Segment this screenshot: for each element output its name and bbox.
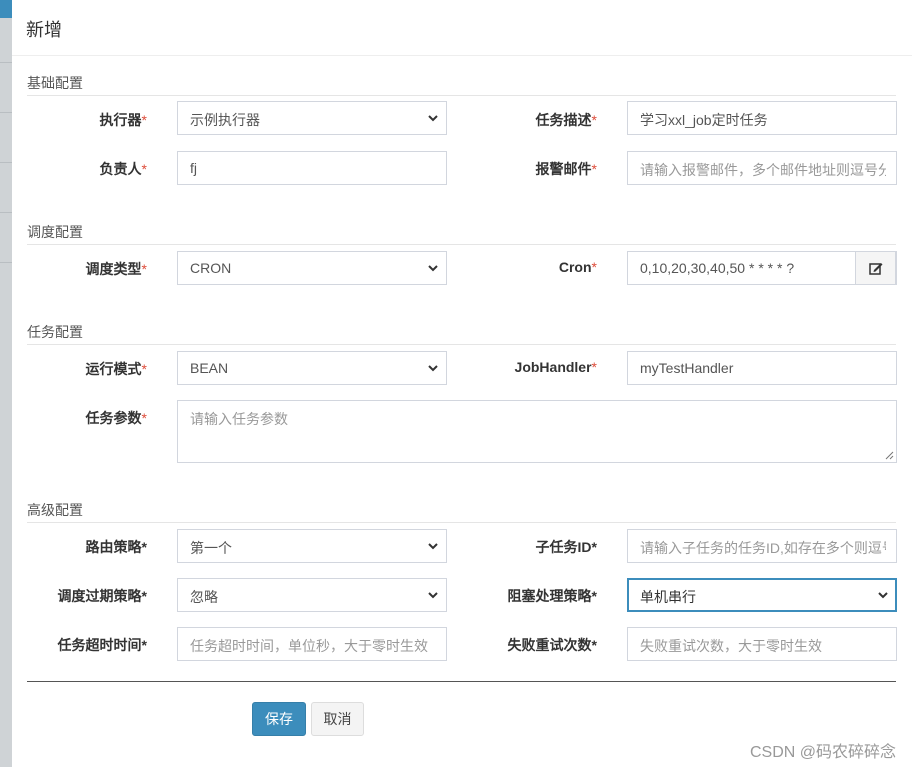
executor-label: 执行器* xyxy=(99,112,147,128)
misfire-strategy-select[interactable]: 忽略 xyxy=(177,578,447,612)
background-line xyxy=(0,212,12,213)
child-job-id-input[interactable]: 请输入子任务的任务ID,如存在多个则逗号 xyxy=(627,529,897,563)
job-param-textarea[interactable]: 请输入任务参数 xyxy=(177,400,897,463)
job-param-label: 任务参数* xyxy=(85,410,147,426)
route-strategy-label: 路由策略* xyxy=(85,539,147,555)
cron-label: Cron* xyxy=(558,259,597,275)
misfire-strategy-label: 调度过期策略* xyxy=(57,588,147,604)
edit-icon xyxy=(869,263,883,275)
section-title-task: 任务配置 xyxy=(27,322,896,345)
block-strategy-select[interactable]: 单机串行 xyxy=(627,578,897,612)
modal-header: 新增 xyxy=(12,0,912,56)
save-button[interactable]: 保存 xyxy=(252,702,306,736)
chevron-down-icon xyxy=(878,592,888,599)
executor-select[interactable]: 示例执行器 xyxy=(177,101,447,135)
job-desc-label: 任务描述* xyxy=(535,112,597,128)
job-handler-input[interactable]: myTestHandler xyxy=(627,351,897,385)
background-line xyxy=(0,62,12,63)
route-strategy-select[interactable]: 第一个 xyxy=(177,529,447,563)
chevron-down-icon xyxy=(428,115,438,122)
timeout-label: 任务超时时间* xyxy=(57,637,147,653)
background-line xyxy=(0,112,12,113)
chevron-down-icon xyxy=(428,543,438,550)
timeout-input[interactable]: 任务超时时间，单位秒，大于零时生效 xyxy=(177,627,447,661)
alarm-email-label: 报警邮件* xyxy=(535,161,597,177)
background-header-strip xyxy=(0,0,12,18)
author-input[interactable]: fj xyxy=(177,151,447,185)
chevron-down-icon xyxy=(428,265,438,272)
alarm-email-input[interactable]: 请输入报警邮件，多个邮件地址则逗号分 xyxy=(627,151,897,185)
chevron-down-icon xyxy=(428,365,438,372)
watermark-text: CSDN @码农碎碎念 xyxy=(749,744,896,761)
add-job-modal: 新增 基础配置 执行器* 示例执行器 任务描述* 学习xxl_job定时任务 负… xyxy=(12,0,912,767)
background-line xyxy=(0,162,12,163)
background-page-edge xyxy=(0,0,12,767)
section-title-basic: 基础配置 xyxy=(27,73,896,96)
section-title-advanced: 高级配置 xyxy=(27,500,896,523)
cron-edit-button[interactable] xyxy=(855,251,896,285)
job-desc-input[interactable]: 学习xxl_job定时任务 xyxy=(627,101,897,135)
background-line xyxy=(0,262,12,263)
block-strategy-label: 阻塞处理策略* xyxy=(507,588,597,604)
author-label: 负责人* xyxy=(99,161,147,177)
modal-title: 新增 xyxy=(26,20,62,40)
chevron-down-icon xyxy=(428,592,438,599)
resize-grip-icon[interactable] xyxy=(884,450,894,460)
cancel-button[interactable]: 取消 xyxy=(311,702,364,736)
schedule-type-select[interactable]: CRON xyxy=(177,251,447,285)
cron-input[interactable]: 0,10,20,30,40,50 * * * * ? xyxy=(627,251,897,285)
schedule-type-label: 调度类型* xyxy=(85,261,147,277)
glue-type-select[interactable]: BEAN xyxy=(177,351,447,385)
section-title-schedule: 调度配置 xyxy=(27,222,896,245)
glue-type-label: 运行模式* xyxy=(85,361,147,377)
job-handler-label: JobHandler* xyxy=(514,359,597,375)
child-job-id-label: 子任务ID* xyxy=(535,539,597,555)
fail-retry-label: 失败重试次数* xyxy=(507,637,597,653)
form-divider xyxy=(27,681,896,682)
fail-retry-input[interactable]: 失败重试次数，大于零时生效 xyxy=(627,627,897,661)
